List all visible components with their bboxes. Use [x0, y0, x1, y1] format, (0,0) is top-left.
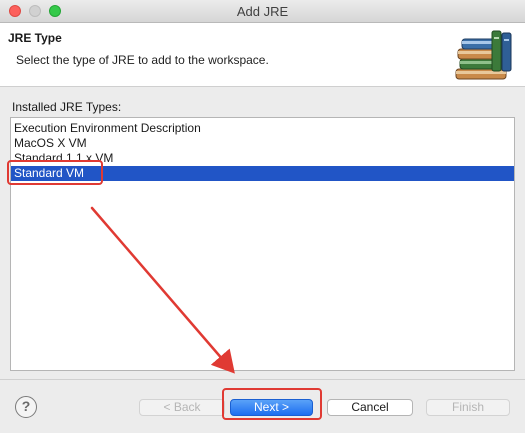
- help-button[interactable]: ?: [15, 396, 37, 418]
- list-item[interactable]: Execution Environment Description: [11, 121, 514, 136]
- back-button[interactable]: < Back: [139, 399, 225, 416]
- next-highlight-annotation: [222, 388, 322, 420]
- window-title: Add JRE: [236, 4, 289, 19]
- installed-jre-types-label: Installed JRE Types:: [12, 100, 122, 114]
- finish-button: Finish: [426, 399, 510, 416]
- list-item[interactable]: MacOS X VM: [11, 136, 514, 151]
- header-banner: JRE Type Select the type of JRE to add t…: [0, 23, 525, 87]
- books-icon: [455, 30, 512, 80]
- page-description: Select the type of JRE to add to the wor…: [16, 53, 269, 67]
- selection-highlight-annotation: [7, 160, 103, 185]
- cancel-button[interactable]: Cancel: [327, 399, 413, 416]
- title-bar: Add JRE: [0, 0, 525, 23]
- page-title: JRE Type: [8, 31, 62, 45]
- footer-divider: [0, 379, 525, 380]
- jre-types-list[interactable]: Execution Environment Description MacOS …: [10, 117, 515, 371]
